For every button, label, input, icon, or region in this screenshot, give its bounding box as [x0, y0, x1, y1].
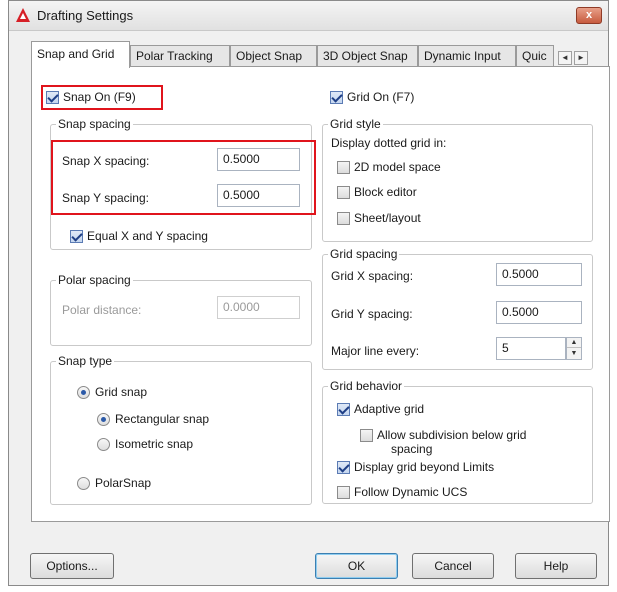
- major-line-every-input[interactable]: 5: [496, 337, 566, 360]
- display-dotted-grid-label: Display dotted grid in:: [331, 136, 447, 150]
- tab-dynamic-input[interactable]: Dynamic Input: [418, 45, 516, 67]
- grid-snap-radio[interactable]: [77, 386, 90, 399]
- snap-spacing-group-label: Snap spacing: [56, 117, 133, 131]
- help-button[interactable]: Help: [515, 553, 597, 579]
- grid-2d-model-space-label: 2D model space: [354, 160, 441, 174]
- snap-type-group-label: Snap type: [56, 354, 115, 368]
- grid-y-spacing-label: Grid Y spacing:: [331, 307, 413, 321]
- cancel-button[interactable]: Cancel: [412, 553, 494, 579]
- tab-polar-tracking[interactable]: Polar Tracking: [130, 45, 230, 67]
- grid-spacing-group-label: Grid spacing: [328, 247, 400, 261]
- autocad-app-icon: [16, 8, 30, 22]
- rectangular-snap-label: Rectangular snap: [115, 412, 210, 426]
- isometric-snap-label: Isometric snap: [115, 437, 194, 451]
- isometric-snap-radio[interactable]: [97, 438, 110, 451]
- follow-dynamic-ucs-checkbox[interactable]: [337, 486, 350, 499]
- window-title: Drafting Settings: [37, 8, 134, 23]
- adaptive-grid-checkbox[interactable]: [337, 403, 350, 416]
- allow-subdivision-label-line2: spacing: [391, 442, 433, 456]
- major-line-every-label: Major line every:: [331, 344, 420, 358]
- tab-scroll-right-icon[interactable]: ►: [574, 51, 588, 65]
- major-line-spinner[interactable]: ▲ ▼: [566, 337, 582, 360]
- spin-up-icon[interactable]: ▲: [567, 338, 581, 348]
- title-bar: Drafting Settings x: [9, 1, 608, 31]
- snap-on-highlight-box: [41, 85, 163, 110]
- grid-on-checkbox[interactable]: [330, 91, 343, 104]
- grid-2d-model-space-checkbox[interactable]: [337, 161, 350, 174]
- tab-3d-object-snap[interactable]: 3D Object Snap: [317, 45, 418, 67]
- tab-quick-properties[interactable]: Quic: [516, 45, 554, 67]
- rectangular-snap-radio[interactable]: [97, 413, 110, 426]
- ok-button[interactable]: OK: [315, 553, 398, 579]
- adaptive-grid-label: Adaptive grid: [354, 402, 425, 416]
- grid-x-spacing-label: Grid X spacing:: [331, 269, 414, 283]
- tab-scroll-left-icon[interactable]: ◄: [558, 51, 572, 65]
- drafting-settings-dialog: Drafting Settings x Snap and Grid Polar …: [8, 0, 610, 586]
- snap-and-grid-panel: Snap On (F9) Snap spacing Snap X spacing…: [31, 66, 610, 522]
- allow-subdivision-label: Allow subdivision below grid: [377, 428, 527, 442]
- tab-snap-and-grid[interactable]: Snap and Grid: [31, 41, 130, 68]
- grid-block-editor-label: Block editor: [354, 185, 417, 199]
- polarsnap-radio[interactable]: [77, 477, 90, 490]
- polar-spacing-group-label: Polar spacing: [56, 273, 133, 287]
- equal-xy-spacing-checkbox[interactable]: [70, 230, 83, 243]
- display-beyond-limits-checkbox[interactable]: [337, 461, 350, 474]
- snap-spacing-highlight-box: [51, 140, 316, 215]
- equal-xy-spacing-label: Equal X and Y spacing: [87, 229, 208, 243]
- grid-on-label: Grid On (F7): [347, 90, 415, 104]
- tab-object-snap[interactable]: Object Snap: [230, 45, 317, 67]
- grid-x-spacing-input[interactable]: 0.5000: [496, 263, 582, 286]
- follow-dynamic-ucs-label: Follow Dynamic UCS: [354, 485, 468, 499]
- options-button[interactable]: Options...: [30, 553, 114, 579]
- grid-sheet-layout-label: Sheet/layout: [354, 211, 421, 225]
- allow-subdivision-checkbox[interactable]: [360, 429, 373, 442]
- grid-sheet-layout-checkbox[interactable]: [337, 212, 350, 225]
- grid-style-group-label: Grid style: [328, 117, 383, 131]
- polarsnap-label: PolarSnap: [95, 476, 152, 490]
- polar-distance-input[interactable]: 0.0000: [217, 296, 300, 319]
- close-button[interactable]: x: [576, 7, 602, 24]
- grid-snap-label: Grid snap: [95, 385, 148, 399]
- grid-y-spacing-input[interactable]: 0.5000: [496, 301, 582, 324]
- grid-block-editor-checkbox[interactable]: [337, 186, 350, 199]
- polar-distance-label: Polar distance:: [62, 303, 142, 317]
- tab-strip: Snap and Grid Polar Tracking Object Snap…: [31, 41, 596, 68]
- grid-behavior-group-label: Grid behavior: [328, 379, 405, 393]
- spin-down-icon[interactable]: ▼: [567, 349, 581, 359]
- display-beyond-limits-label: Display grid beyond Limits: [354, 460, 495, 474]
